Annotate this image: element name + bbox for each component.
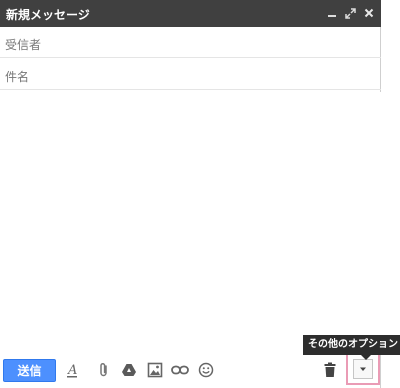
dropdown-arrow-icon [353,359,373,379]
send-button[interactable]: 送信 [3,359,56,382]
compose-window: 新規メッセージ 受信者 件名 送信 A [0,0,385,388]
to-field[interactable]: 受信者 [0,27,381,58]
close-icon[interactable] [361,4,377,22]
to-input[interactable] [0,27,381,57]
subject-input[interactable] [0,59,381,89]
image-icon[interactable] [146,361,164,379]
svg-text:A: A [67,363,77,378]
trash-icon[interactable] [321,361,339,379]
paperclip-icon[interactable] [95,361,113,379]
subject-field[interactable]: 件名 [0,59,381,90]
emoji-icon[interactable] [197,361,215,379]
more-options-tooltip: その他のオプション [303,335,400,355]
link-icon[interactable] [171,361,189,379]
message-body[interactable] [0,92,385,351]
drive-icon[interactable] [120,361,138,379]
format-text-icon[interactable]: A [63,361,81,379]
tooltip-arrow [361,355,371,360]
minimize-icon[interactable] [324,4,340,22]
expand-icon[interactable] [342,4,358,22]
compose-titlebar[interactable]: 新規メッセージ [0,0,381,27]
window-title: 新規メッセージ [6,8,90,22]
